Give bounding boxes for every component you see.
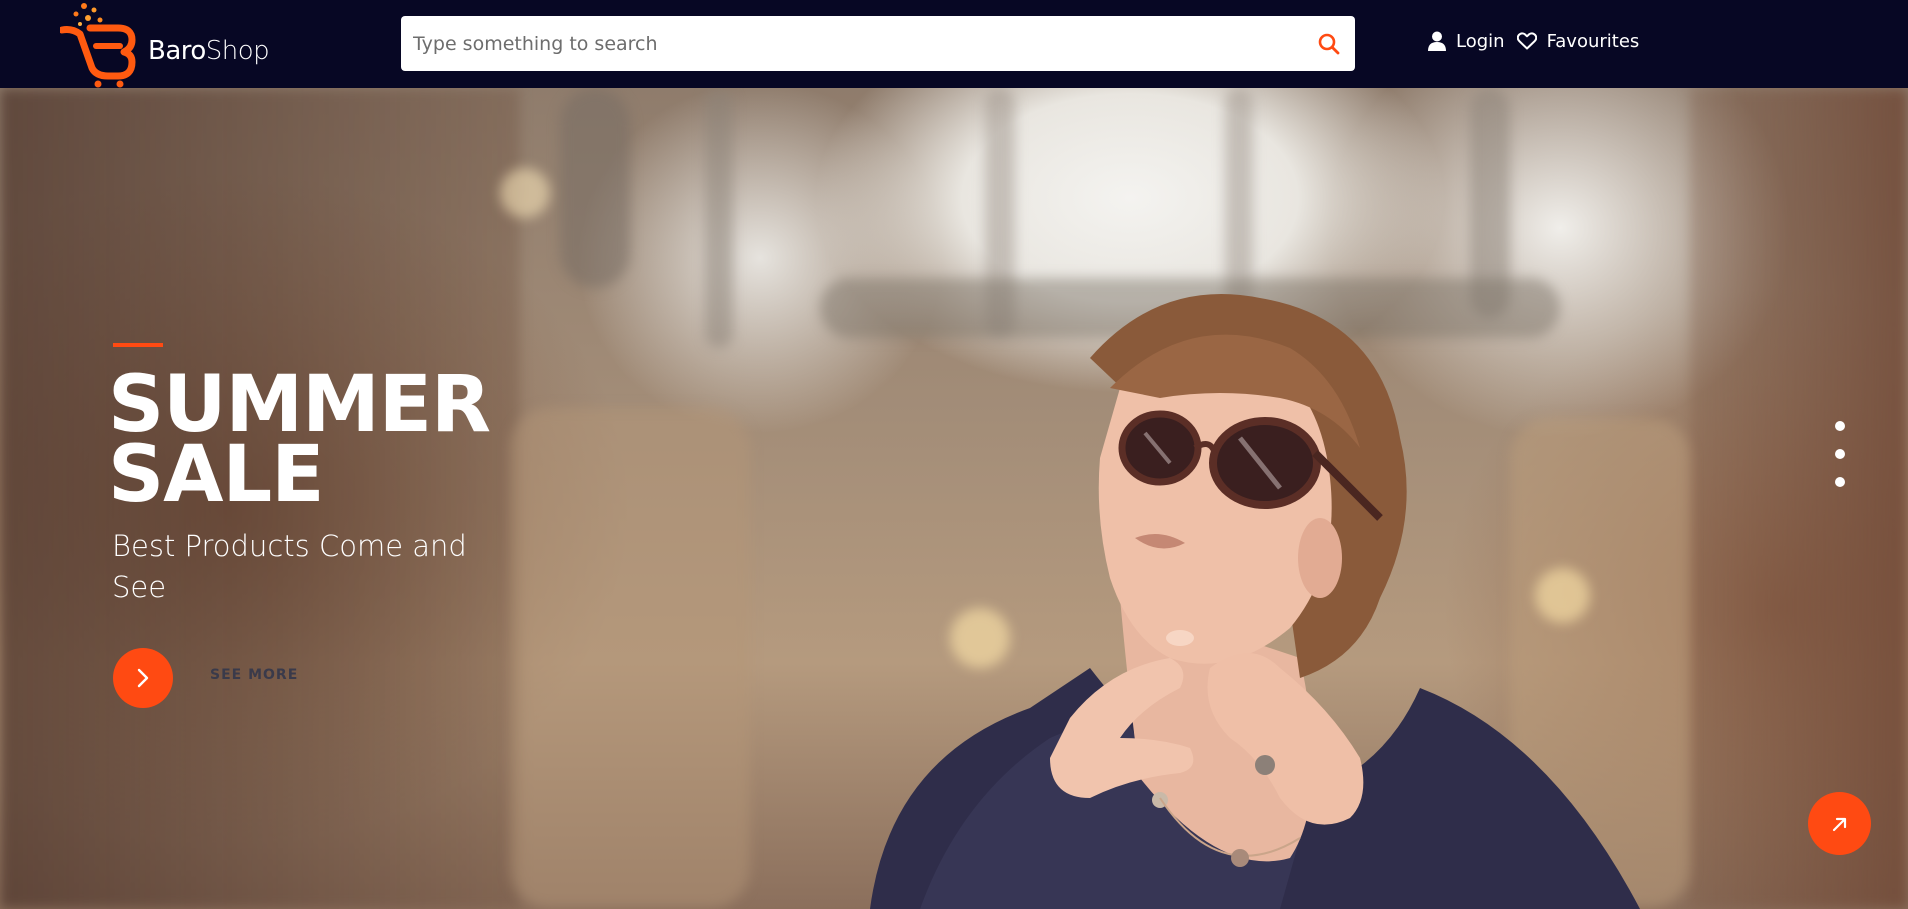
hero-title: SUMMER SALE [108,366,508,520]
search-icon[interactable] [1317,32,1341,56]
hero-model-image [870,294,1640,909]
login-link[interactable]: Login [1428,31,1505,52]
login-label: Login [1456,30,1505,52]
slider-pagination [1835,421,1845,505]
background-right-wall [1690,88,1908,909]
account-nav: Login Favourites [1428,26,1639,56]
chevron-right-icon [137,668,149,688]
slide-dot-1[interactable] [1835,421,1845,431]
arrow-up-right-icon [1832,817,1846,831]
brand-logo[interactable]: BaroShop [60,0,270,88]
cart-logo-icon [60,3,136,88]
heart-icon [1516,32,1537,50]
hero-title-line2: SALE [108,430,325,520]
see-more-button[interactable] [113,648,173,708]
search-input[interactable] [413,16,1313,71]
background-light [500,168,550,218]
brand-name: BaroShop [148,36,270,66]
background-pillar [560,88,630,288]
brand-name-part2: Shop [205,36,270,66]
favourites-link[interactable]: Favourites [1516,30,1640,52]
top-navbar: BaroShop Login Favourites [0,0,1908,88]
see-more-link[interactable]: SEE MORE [210,667,298,683]
background-pillar [705,88,733,348]
slide-dot-3[interactable] [1835,477,1845,487]
title-accent-line [113,343,163,347]
hero-banner: SUMMER SALE Best Products Come and See S… [0,88,1908,909]
scroll-action-button[interactable] [1808,792,1871,855]
user-icon [1428,31,1446,51]
background-column [510,408,750,908]
favourites-label: Favourites [1546,30,1640,52]
search-bar [401,16,1355,71]
brand-name-part1: Baro [148,36,206,66]
hero-subtitle: Best Products Come and See [112,529,467,604]
slide-dot-2[interactable] [1835,449,1845,459]
